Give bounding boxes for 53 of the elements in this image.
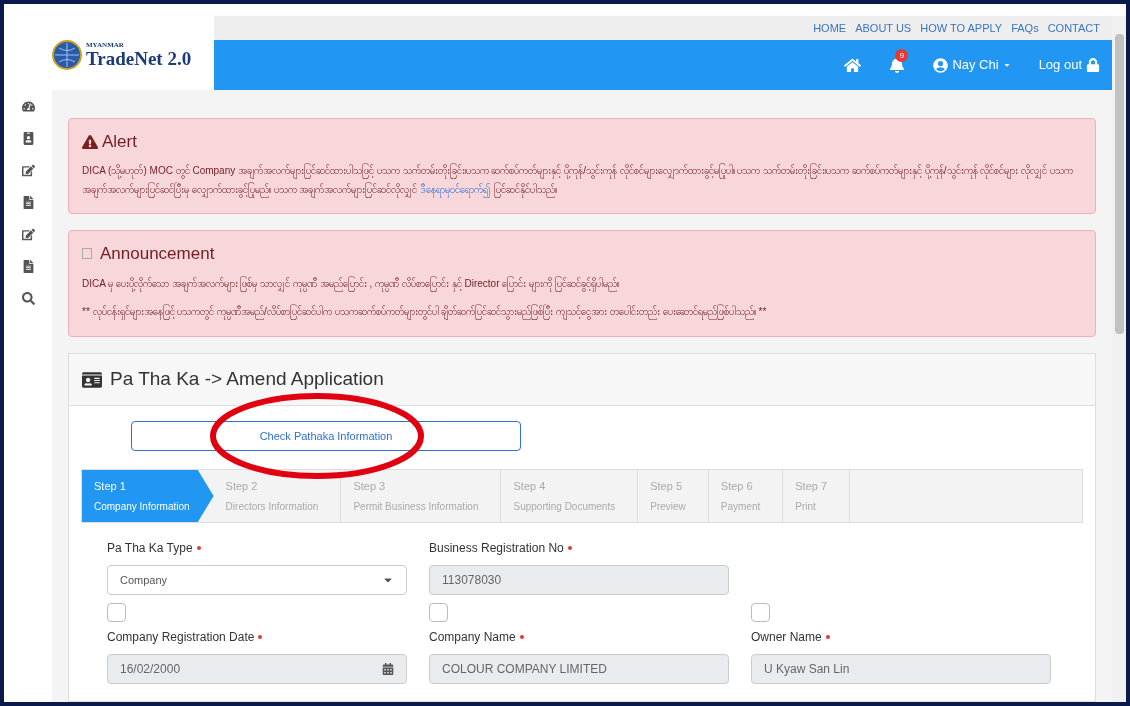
- edit-icon[interactable]: [21, 228, 35, 241]
- field-label: Company Registration Date: [107, 629, 255, 646]
- checkbox[interactable]: [751, 603, 770, 622]
- select-field[interactable]: Company: [107, 565, 407, 595]
- step-tab[interactable]: Step 7 Print: [783, 470, 851, 522]
- card-title: Pa Tha Ka -> Amend Application: [110, 367, 384, 392]
- alert-title: Alert: [102, 131, 137, 153]
- nav-link[interactable]: HOW TO APPLY: [920, 19, 1003, 37]
- step-tab[interactable]: Step 3 Permit Business Information: [341, 470, 502, 522]
- step-tab[interactable]: Step 4 Supporting Documents: [501, 470, 639, 522]
- field-label: Pa Tha Ka Type: [107, 540, 193, 557]
- id-card-icon: [82, 369, 102, 390]
- announcement-title: Announcement: [100, 242, 215, 265]
- field-label: Business Registration No: [429, 540, 564, 557]
- check-information-button[interactable]: Check Pathaka Information: [131, 421, 521, 451]
- announcement-text: DICA မှ ပေးပို့လိုက်သော အချက်အလက်များ ဖြစ်မှ သာလျှင် ကုမ္ပဏီ အမည်ပြောင်း , ကုမ္ပဏီ လိပ်စာပြောင်း နှင့် Director ပြောင်း များကို ပြင်ဆင်ခွင့်ရှိပါမည်။: [82, 270, 1082, 298]
- nav-link[interactable]: HOME: [813, 19, 847, 37]
- checkbox[interactable]: [107, 603, 126, 622]
- announcement-text: ** လုပ်ငန်းရှင်များအနေဖြင့် ပသကတွင် ကုမ္ပဏီအမည်/လိပ်စာပြင်ဆင်ပါက ပသကဆက်စပ်ကတ်များတွင်ပါ ချိတ်ဆက်ပြင်ဆင်သွားမည်ဖြစ်ပြီး ကျသင့်ငွေအား တပေါင်းတည်း ပေးဆောင်ရမည်ဖြစ်ပါသည်။ **: [82, 298, 1082, 326]
- date-field[interactable]: 16/02/2000: [107, 654, 407, 684]
- square-icon: [82, 247, 92, 259]
- logout-button[interactable]: Log out: [1038, 55, 1100, 75]
- nav-link[interactable]: FAQs: [1011, 19, 1039, 37]
- step-tab[interactable]: Step 2 Directors Information: [213, 470, 342, 522]
- dashboard-icon[interactable]: [21, 100, 35, 113]
- logo-title: TradeNet 2.0: [86, 49, 192, 68]
- document-icon[interactable]: [21, 260, 35, 273]
- checkbox[interactable]: [429, 603, 448, 622]
- home-icon[interactable]: [844, 56, 862, 74]
- input-field[interactable]: 113078030: [429, 565, 729, 595]
- input-field[interactable]: U Kyaw San Lin: [751, 654, 1051, 684]
- user-icon: [933, 57, 949, 73]
- globe-logo-icon: [52, 40, 82, 70]
- calendar-icon: [382, 663, 394, 675]
- nav-link[interactable]: CONTACT: [1047, 19, 1100, 37]
- edit-icon[interactable]: [21, 164, 35, 177]
- alert-text: DICA (သို့မဟုတ်) MOC တွင် Company အချက်အလက်များပြင်ဆင်ထားပါသဖြင့် ပသက သက်တမ်းတိုးခြင်း၊ပသက ဆက်စပ်ကတ်များနှင့် ပို့ကုန်/သွင်းကုန် လိုင်စင်များလျှောက်ထားခွင့်မပြုပါ။ ပသက သက်တမ်းတိုးခြင်း၊ပသက ဆက်စပ်ကတ်များနှင့် ပို့ကုန်/သွင်းကုန် လိုင်စင်များ လိုလျှင် ပသက အချက်အလက်များပြင်ဆင်ပြီးမှ လျှောက်ထားခွင့်ပြုမည်။ ပသက အချက်အလက်များပြင်ဆင်လိုလျှင် ဒီနေရာမှဝင်ရောက်၍ ပြင်ဆင်နိုင်ပါသည်။: [82, 160, 1082, 199]
- field-label: Company Name: [429, 629, 516, 646]
- notification-badge: 9: [895, 49, 909, 62]
- warning-icon: [82, 133, 98, 150]
- field-label: Owner Name: [751, 629, 822, 646]
- caret-icon: [1002, 61, 1011, 69]
- user-menu[interactable]: Nay Chi: [933, 55, 1011, 75]
- step-tab[interactable]: Step 1 Company Information: [82, 470, 214, 522]
- lock-icon: [1086, 58, 1100, 72]
- input-field[interactable]: COLOUR COMPANY LIMITED: [429, 654, 729, 684]
- scrollbar-thumb[interactable]: [1114, 34, 1124, 334]
- document-icon[interactable]: [21, 196, 35, 209]
- step-tab[interactable]: Step 6 Payment: [708, 470, 784, 522]
- nav-link[interactable]: ABOUT US: [855, 19, 912, 37]
- step-tab[interactable]: Step 5 Preview: [638, 470, 709, 522]
- search-icon[interactable]: [21, 292, 35, 305]
- badge-icon[interactable]: [21, 132, 35, 145]
